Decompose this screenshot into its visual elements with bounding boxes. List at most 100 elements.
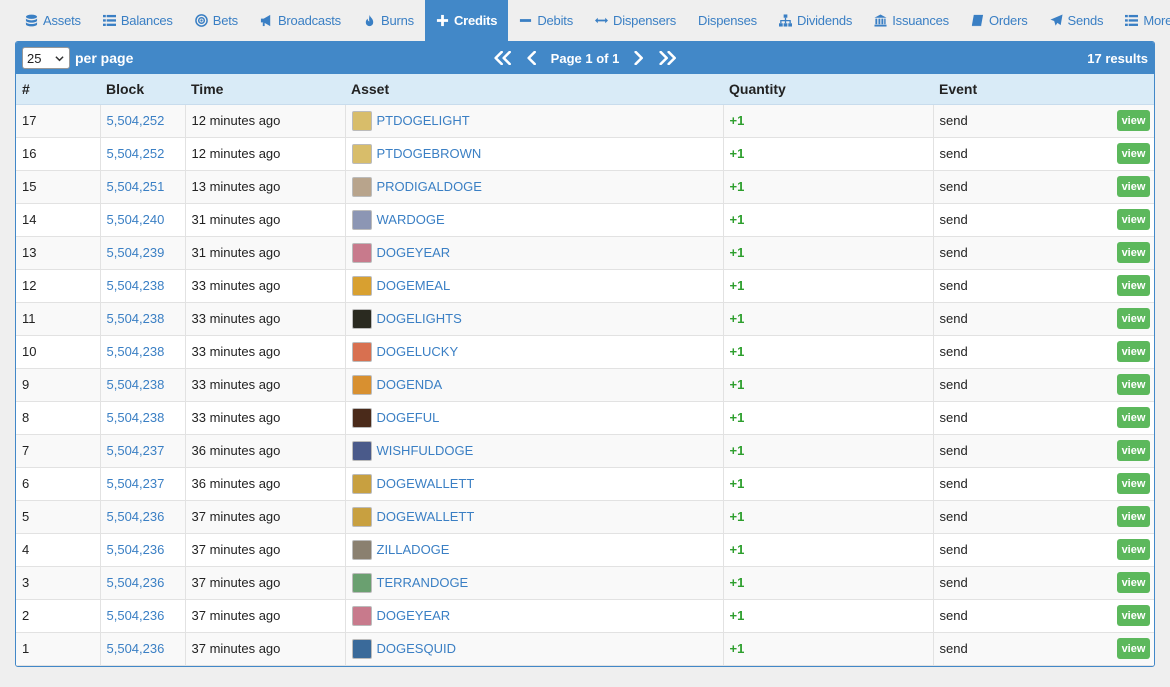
quantity-cell: +1	[723, 368, 934, 402]
block-link[interactable]: 5,504,238	[107, 278, 165, 293]
nav-credits[interactable]: Credits	[424, 0, 509, 41]
block-link[interactable]: 5,504,237	[107, 476, 165, 491]
view-button[interactable]: view	[1117, 143, 1150, 164]
quantity-cell: +1	[723, 137, 934, 171]
table-row: 11 5,504,238 33 minutes ago DOGELIGHTS +1 sen…	[16, 302, 1154, 336]
prev-page-button[interactable]	[527, 51, 537, 65]
block-link[interactable]: 5,504,240	[107, 212, 165, 227]
block-link[interactable]: 5,504,238	[107, 311, 165, 326]
paper-plane-icon	[1049, 14, 1063, 27]
column-header-asset: Asset	[345, 74, 723, 105]
block-link[interactable]: 5,504,239	[107, 245, 165, 260]
asset-link[interactable]: DOGEYEAR	[377, 608, 451, 623]
view-button[interactable]: view	[1117, 605, 1150, 626]
asset-cell: TERRANDOGE	[345, 566, 724, 600]
view-button[interactable]: view	[1117, 506, 1150, 527]
view-button[interactable]: view	[1117, 176, 1150, 197]
database-icon	[25, 14, 38, 27]
asset-link[interactable]: TERRANDOGE	[377, 575, 469, 590]
view-button[interactable]: view	[1117, 374, 1150, 395]
asset-link[interactable]: DOGEYEAR	[377, 245, 451, 260]
asset-link[interactable]: DOGEWALLETT	[377, 476, 475, 491]
nav-dispensers[interactable]: Dispensers	[584, 0, 687, 41]
block-link[interactable]: 5,504,236	[107, 542, 165, 557]
block-link[interactable]: 5,504,236	[107, 509, 165, 524]
asset-thumbnail	[351, 374, 372, 395]
time-cell: 13 minutes ago	[185, 170, 346, 204]
asset-link[interactable]: DOGENDA	[377, 377, 443, 392]
column-header-number: #	[16, 74, 100, 105]
view-button[interactable]: view	[1117, 638, 1150, 659]
view-button[interactable]: view	[1117, 275, 1150, 296]
event-cell: send view	[933, 401, 1154, 435]
nav-dividends[interactable]: Dividends	[768, 0, 863, 41]
block-link[interactable]: 5,504,236	[107, 575, 165, 590]
event-type: send	[939, 212, 968, 227]
next-page-button[interactable]	[633, 51, 643, 65]
asset-link[interactable]: DOGESQUID	[377, 641, 456, 656]
view-button[interactable]: view	[1117, 539, 1150, 560]
view-button[interactable]: view	[1117, 110, 1150, 131]
asset-thumbnail	[351, 638, 372, 659]
quantity-cell: +1	[723, 269, 934, 303]
nav-balances[interactable]: Balances	[92, 0, 184, 41]
asset-link[interactable]: PTDOGEBROWN	[377, 146, 482, 161]
block-link[interactable]: 5,504,237	[107, 443, 165, 458]
block-link[interactable]: 5,504,236	[107, 608, 165, 623]
block-link[interactable]: 5,504,251	[107, 179, 165, 194]
event-cell: send view	[933, 302, 1154, 336]
table-row: 1 5,504,236 37 minutes ago DOGESQUID +1 send v…	[16, 632, 1154, 666]
nav-broadcasts[interactable]: Broadcasts	[249, 0, 352, 41]
view-button[interactable]: view	[1117, 308, 1150, 329]
asset-link[interactable]: WISHFULDOGE	[377, 443, 474, 458]
block-cell: 5,504,238	[100, 269, 186, 303]
quantity-cell: +1	[723, 434, 934, 468]
table-row: 3 5,504,236 37 minutes ago TERRANDOGE +1 send…	[16, 566, 1154, 600]
view-button[interactable]: view	[1117, 407, 1150, 428]
nav-debits[interactable]: Debits	[508, 0, 584, 41]
quantity-value: +1	[729, 377, 745, 392]
block-link[interactable]: 5,504,238	[107, 377, 165, 392]
block-cell: 5,504,251	[100, 170, 186, 204]
row-number: 11	[16, 302, 101, 336]
asset-link[interactable]: PTDOGELIGHT	[377, 113, 470, 128]
asset-link[interactable]: DOGEMEAL	[377, 278, 451, 293]
asset-link[interactable]: ZILLADOGE	[377, 542, 450, 557]
row-number: 6	[16, 467, 101, 501]
block-link[interactable]: 5,504,236	[107, 641, 165, 656]
block-link[interactable]: 5,504,238	[107, 410, 165, 425]
nav-bets[interactable]: Bets	[184, 0, 249, 41]
last-page-button[interactable]	[657, 51, 677, 65]
per-page-select[interactable]: 25	[22, 47, 70, 69]
nav-dispenses[interactable]: Dispenses	[687, 0, 768, 41]
nav-burns[interactable]: Burns	[352, 0, 425, 41]
block-link[interactable]: 5,504,252	[107, 146, 165, 161]
view-button[interactable]: view	[1117, 209, 1150, 230]
asset-cell: DOGENDA	[345, 368, 724, 402]
view-button[interactable]: view	[1117, 473, 1150, 494]
asset-link[interactable]: DOGEFUL	[377, 410, 440, 425]
asset-link[interactable]: PRODIGALDOGE	[377, 179, 482, 194]
block-link[interactable]: 5,504,238	[107, 344, 165, 359]
view-button[interactable]: view	[1117, 341, 1150, 362]
nav-more[interactable]: More	[1114, 0, 1170, 41]
asset-link[interactable]: DOGELUCKY	[377, 344, 459, 359]
block-link[interactable]: 5,504,252	[107, 113, 165, 128]
nav-orders[interactable]: Orders	[960, 0, 1039, 41]
asset-link[interactable]: DOGEWALLETT	[377, 509, 475, 524]
time-cell: 31 minutes ago	[185, 236, 346, 270]
first-page-button[interactable]	[493, 51, 513, 65]
asset-cell: DOGESQUID	[345, 632, 724, 666]
nav-label: Debits	[537, 13, 573, 28]
nav-assets[interactable]: Assets	[14, 0, 92, 41]
view-button[interactable]: view	[1117, 572, 1150, 593]
view-button[interactable]: view	[1117, 242, 1150, 263]
nav-label: Balances	[120, 13, 173, 28]
nav-issuances[interactable]: Issuances	[863, 0, 960, 41]
asset-link[interactable]: WARDOGE	[377, 212, 445, 227]
view-button[interactable]: view	[1117, 440, 1150, 461]
asset-cell: DOGEMEAL	[345, 269, 724, 303]
asset-link[interactable]: DOGELIGHTS	[377, 311, 462, 326]
row-number: 8	[16, 401, 101, 435]
nav-sends[interactable]: Sends	[1039, 0, 1115, 41]
